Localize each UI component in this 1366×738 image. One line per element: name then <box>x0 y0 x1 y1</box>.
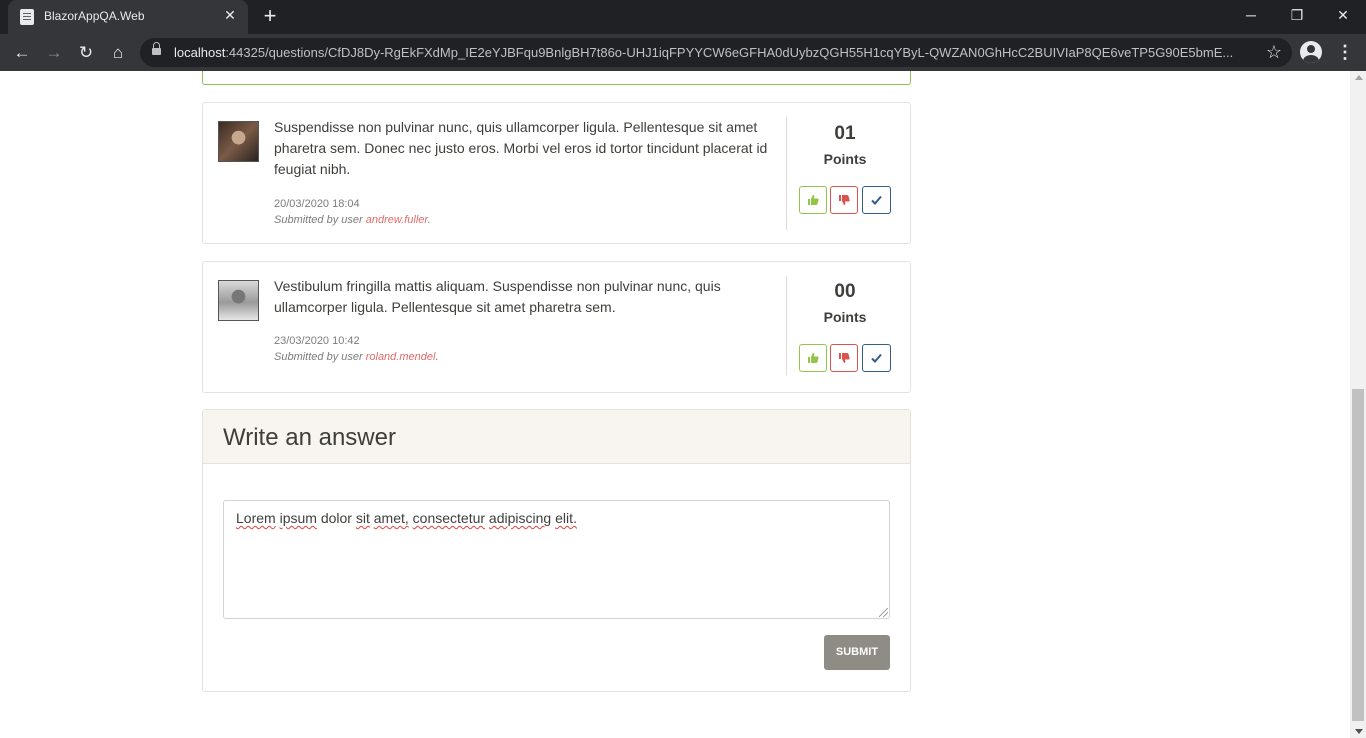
close-icon[interactable]: ✕ <box>222 7 238 23</box>
divider <box>786 276 787 375</box>
reload-icon[interactable]: ↻ <box>73 40 99 66</box>
upvote-button[interactable] <box>799 186 827 214</box>
forward-arrow-icon[interactable]: → <box>41 40 67 66</box>
avatar <box>218 280 259 321</box>
points-value: 01 <box>834 123 856 144</box>
url-host: localhost <box>174 45 226 60</box>
points-label: Points <box>823 309 867 325</box>
answer-date: 20/03/2020 18:04 <box>274 198 360 210</box>
write-answer-title: Write an answer <box>223 424 396 451</box>
points-label: Points <box>823 151 867 167</box>
thumbs-down-icon <box>839 353 850 363</box>
divider <box>786 117 787 230</box>
window-close-icon[interactable]: ✕ <box>1320 0 1366 30</box>
accept-answer-button[interactable] <box>862 344 891 372</box>
answer-textarea-value: Lorem ipsum dolor sit amet, consectetur … <box>236 510 577 526</box>
more-menu-icon[interactable]: ⋮ <box>1334 41 1356 63</box>
avatar <box>218 121 259 162</box>
home-icon[interactable]: ⌂ <box>105 40 131 66</box>
answer-author: Submitted by user roland.mendel. <box>274 351 439 363</box>
word: consectetur <box>412 510 486 526</box>
answer-author: Submitted by user andrew.fuller. <box>274 214 431 226</box>
new-tab-icon[interactable]: + <box>258 5 282 29</box>
submit-button[interactable]: SUBMIT <box>824 635 890 670</box>
page-viewport: Suspendisse non pulvinar nunc, quis ulla… <box>0 71 1350 738</box>
thumbs-down-icon <box>839 195 850 205</box>
url-path: :44325/questions/CfDJ8Dy-RgEkFXdMp_IE2eY… <box>225 45 1234 60</box>
answer-date: 23/03/2020 10:42 <box>274 335 360 347</box>
lock-icon[interactable] <box>152 42 161 55</box>
word: dolor <box>320 510 352 526</box>
answer-card: Vestibulum fringilla mattis aliquam. Sus… <box>202 261 911 393</box>
checkmark-icon <box>871 353 882 363</box>
word: Lorem <box>236 510 276 526</box>
page-icon <box>20 9 34 25</box>
accept-answer-button[interactable] <box>862 186 891 214</box>
scroll-down-arrow-icon[interactable] <box>1355 729 1363 734</box>
checkmark-icon <box>871 195 882 205</box>
points-value: 00 <box>834 281 856 302</box>
address-bar[interactable]: localhost:44325/questions/CfDJ8Dy-RgEkFX… <box>140 38 1292 67</box>
browser-tab[interactable]: BlazorAppQA.Web ✕ <box>8 0 248 34</box>
answer-text: Suspendisse non pulvinar nunc, quis ulla… <box>274 119 768 177</box>
tab-title: BlazorAppQA.Web <box>44 9 145 23</box>
word: sit <box>355 510 370 526</box>
answer-textarea[interactable]: Lorem ipsum dolor sit amet, consectetur … <box>223 500 890 619</box>
upvote-button[interactable] <box>799 344 827 372</box>
word: amet, <box>373 510 409 526</box>
restore-icon[interactable]: ❐ <box>1274 0 1320 30</box>
profile-avatar-icon[interactable] <box>1300 41 1322 63</box>
answer-card: Suspendisse non pulvinar nunc, quis ulla… <box>202 102 911 244</box>
resize-handle[interactable] <box>879 608 888 617</box>
url-text[interactable]: localhost:44325/questions/CfDJ8Dy-RgEkFX… <box>174 45 1250 60</box>
downvote-button[interactable] <box>830 186 858 214</box>
write-answer-header: Write an answer <box>203 410 910 464</box>
submitted-by-label: Submitted by user <box>274 351 366 363</box>
bookmark-star-icon[interactable]: ☆ <box>1263 41 1285 63</box>
answer-text: Vestibulum fringilla mattis aliquam. Sus… <box>274 278 721 315</box>
downvote-button[interactable] <box>830 344 858 372</box>
word: elit. <box>555 510 577 526</box>
author-link[interactable]: roland.mendel <box>366 351 436 363</box>
author-link[interactable]: andrew.fuller <box>366 214 428 226</box>
write-answer-card: Write an answer Lorem ipsum dolor sit am… <box>202 409 911 692</box>
word: adipiscing <box>488 510 552 526</box>
thumbs-up-icon <box>808 195 819 205</box>
submitted-by-label: Submitted by user <box>274 214 366 226</box>
question-card-bottom-edge <box>202 71 911 85</box>
browser-toolbar: ← → ↻ ⌂ localhost:44325/questions/CfDJ8D… <box>0 34 1366 71</box>
back-arrow-icon[interactable]: ← <box>9 40 35 66</box>
word: ipsum <box>279 510 317 526</box>
vertical-scrollbar[interactable] <box>1350 71 1366 738</box>
minimize-icon[interactable]: ─ <box>1228 0 1274 30</box>
scroll-up-arrow-icon[interactable] <box>1355 75 1363 80</box>
browser-titlebar: BlazorAppQA.Web ✕ + ─ ❐ ✕ <box>0 0 1366 34</box>
thumbs-up-icon <box>808 353 819 363</box>
scrollbar-thumb[interactable] <box>1352 389 1364 721</box>
